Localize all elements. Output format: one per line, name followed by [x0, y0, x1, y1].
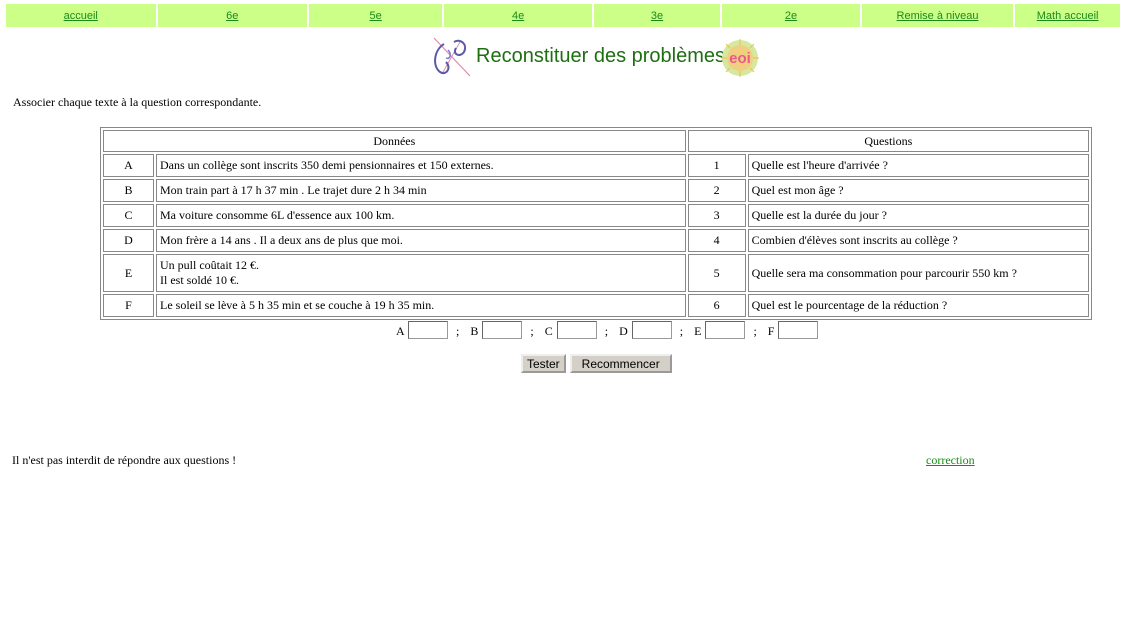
row-number: 2 — [687, 179, 746, 202]
answer-input-a[interactable] — [408, 321, 449, 339]
row-number: 1 — [687, 154, 746, 177]
row-number: 4 — [687, 229, 746, 252]
header-donnees: Données — [103, 130, 686, 152]
row-letter: F — [103, 294, 154, 317]
nav-cell: 5e — [308, 4, 443, 27]
row-text-line: Il est soldé 10 €. — [160, 273, 239, 287]
nav-cell: Math accueil — [1015, 4, 1120, 27]
row-letter: B — [103, 179, 154, 202]
row-question: Quel est le pourcentage de la réduction … — [747, 294, 1089, 317]
row-text-line: Un pull coûtait 12 €. — [160, 258, 259, 272]
row-text: Ma voiture consomme 6L d'essence aux 100… — [156, 204, 686, 227]
problems-table: Données Questions A Dans un collège sont… — [100, 127, 1092, 320]
row-text: Dans un collège sont inscrits 350 demi p… — [156, 154, 686, 177]
table-row: C Ma voiture consomme 6L d'essence aux 1… — [103, 204, 1089, 227]
row-letter: D — [103, 229, 154, 252]
header-questions: Questions — [687, 130, 1089, 152]
answer-separator: ; — [456, 324, 460, 338]
answer-separator: ; — [679, 324, 684, 338]
top-nav: accueil 6e 5e 4e 3e 2e Remise à niveau M… — [4, 4, 1122, 27]
row-question: Quelle est l'heure d'arrivée ? — [747, 154, 1089, 177]
nav-link-accueil[interactable]: accueil — [64, 10, 98, 22]
row-number: 6 — [687, 294, 746, 317]
footer-note: Il n'est pas interdit de répondre aux qu… — [12, 453, 237, 467]
row-number: 5 — [687, 254, 746, 292]
answer-label-e: E — [694, 324, 702, 338]
svg-text:eoi: eoi — [729, 50, 751, 67]
nav-cell: accueil — [6, 4, 156, 27]
row-question: Combien d'élèves sont inscrits au collèg… — [747, 229, 1089, 252]
row-question: Quelle sera ma consommation pour parcour… — [747, 254, 1089, 292]
answer-label-f: F — [767, 324, 775, 338]
nav-link-3e[interactable]: 3e — [651, 10, 663, 22]
answer-separator: ; — [753, 324, 757, 338]
swirl-logo-icon — [433, 37, 471, 77]
answer-separator: ; — [530, 324, 534, 338]
row-question: Quel est mon âge ? — [747, 179, 1089, 202]
nav-link-6e[interactable]: 6e — [226, 10, 238, 22]
answer-row: A ; B ; C ; D ; E ; F — [396, 321, 819, 339]
page-title: Reconstituer des problèmes — [476, 45, 726, 67]
test-button[interactable]: Tester — [521, 354, 566, 373]
row-letter: E — [103, 254, 154, 292]
page-header: Reconstituer des problèmes eoi — [430, 36, 770, 80]
answer-input-f[interactable] — [778, 321, 819, 339]
reset-button[interactable]: Recommencer — [569, 354, 672, 373]
nav-link-4e[interactable]: 4e — [512, 10, 524, 22]
correction-link[interactable]: correction — [926, 453, 975, 468]
answer-input-b[interactable] — [482, 321, 523, 339]
nav-cell: 2e — [722, 4, 860, 27]
instruction-text: Associer chaque texte à la question corr… — [13, 95, 262, 109]
nav-cell: Remise à niveau — [861, 4, 1014, 27]
nav-link-remise[interactable]: Remise à niveau — [897, 10, 979, 22]
answer-label-a: A — [396, 324, 405, 338]
row-question: Quelle est la durée du jour ? — [747, 204, 1089, 227]
table-row: B Mon train part à 17 h 37 min . Le traj… — [103, 179, 1089, 202]
answer-separator: ; — [604, 324, 609, 338]
nav-link-2e[interactable]: 2e — [785, 10, 797, 22]
table-row: A Dans un collège sont inscrits 350 demi… — [103, 154, 1089, 177]
nav-cell: 4e — [444, 4, 592, 27]
answer-input-e[interactable] — [705, 321, 746, 339]
nav-cell: 6e — [157, 4, 307, 27]
answer-input-c[interactable] — [556, 321, 597, 339]
table-row: F Le soleil se lève à 5 h 35 min et se c… — [103, 294, 1089, 317]
table-row: D Mon frère a 14 ans . Il a deux ans de … — [103, 229, 1089, 252]
row-text: Mon frère a 14 ans . Il a deux ans de pl… — [156, 229, 686, 252]
answer-label-d: D — [619, 324, 628, 338]
answer-label-c: C — [544, 324, 553, 338]
button-group: Tester Recommencer — [521, 354, 673, 373]
row-letter: A — [103, 154, 154, 177]
row-number: 3 — [687, 204, 746, 227]
nav-cell: 3e — [593, 4, 721, 27]
nav-link-math-accueil[interactable]: Math accueil — [1037, 10, 1099, 22]
answer-input-d[interactable] — [631, 321, 672, 339]
nav-link-5e[interactable]: 5e — [370, 10, 382, 22]
eoi-logo-icon: eoi — [721, 39, 759, 77]
row-text: Le soleil se lève à 5 h 35 min et se cou… — [156, 294, 686, 317]
row-text: Mon train part à 17 h 37 min . Le trajet… — [156, 179, 686, 202]
table-row: E Un pull coûtait 12 €. Il est soldé 10 … — [103, 254, 1089, 292]
row-letter: C — [103, 204, 154, 227]
row-text: Un pull coûtait 12 €. Il est soldé 10 €. — [156, 254, 686, 292]
answer-label-b: B — [470, 324, 479, 338]
